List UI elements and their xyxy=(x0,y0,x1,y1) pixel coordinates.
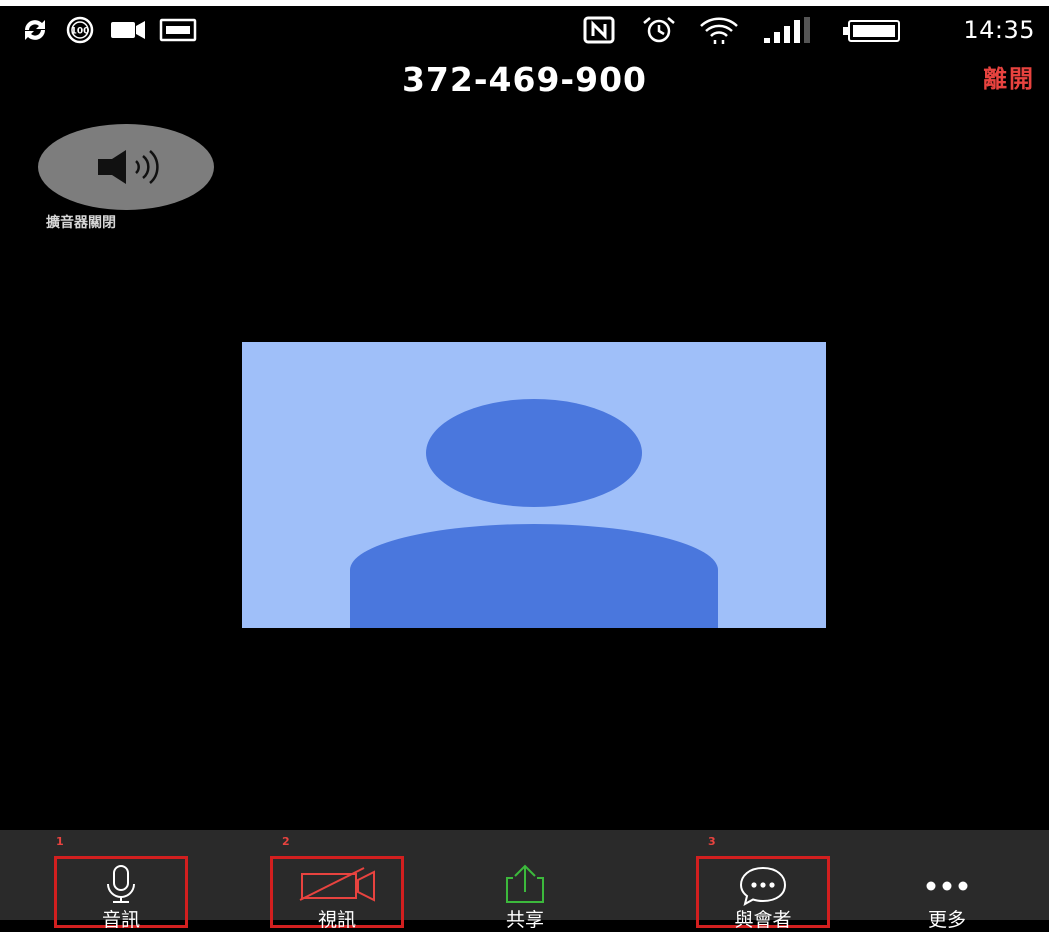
share-icon xyxy=(506,864,544,903)
video-off-icon xyxy=(299,867,375,902)
wifi-icon xyxy=(700,17,738,44)
speaker-icon xyxy=(98,150,159,184)
chat-icon xyxy=(739,866,787,906)
more-button[interactable]: 更多 xyxy=(880,856,1014,931)
participants-button[interactable]: 與會者 xyxy=(696,856,830,931)
svg-text:100: 100 xyxy=(71,27,90,37)
avatar-body xyxy=(350,524,718,628)
highlight-marker-2: 2 xyxy=(282,835,290,848)
battery-icon xyxy=(843,20,900,42)
share-label: 共享 xyxy=(505,909,544,931)
video-label: 視訊 xyxy=(317,909,356,931)
status-bar: 100 14:35 xyxy=(0,6,1049,52)
highlight-marker-1: 1 xyxy=(56,835,64,848)
keyboard-icon xyxy=(159,18,197,42)
more-icon xyxy=(926,881,968,891)
meeting-id: 372-469-900 xyxy=(401,60,648,99)
share-button[interactable]: 共享 xyxy=(458,856,592,931)
more-label: 更多 xyxy=(927,909,966,931)
speaker-label: 擴音器關閉 xyxy=(46,215,116,231)
leave-button[interactable]: 離開 xyxy=(983,64,1035,94)
avatar-head xyxy=(426,399,642,507)
nfc-icon xyxy=(583,16,615,44)
participant-video-tile xyxy=(242,342,826,628)
audio-button[interactable]: 音訊 xyxy=(54,856,188,931)
battery-saver-100-icon: 100 xyxy=(66,16,94,44)
audio-label: 音訊 xyxy=(101,909,140,931)
microphone-icon xyxy=(107,865,135,903)
alarm-icon xyxy=(643,17,675,43)
video-camera-icon xyxy=(111,21,145,39)
meeting-toolbar: 1 2 3 音訊 視訊 共享 與會者 更多 xyxy=(0,830,1049,931)
highlight-marker-3: 3 xyxy=(708,835,716,848)
sync-icon xyxy=(25,20,45,40)
speaker-circle xyxy=(38,124,214,210)
participants-label: 與會者 xyxy=(734,909,792,931)
signal-icon xyxy=(764,17,810,43)
status-time: 14:35 xyxy=(963,16,1035,44)
meeting-header: 372-469-900 離開 xyxy=(0,56,1049,106)
video-button[interactable]: 視訊 xyxy=(270,856,404,931)
